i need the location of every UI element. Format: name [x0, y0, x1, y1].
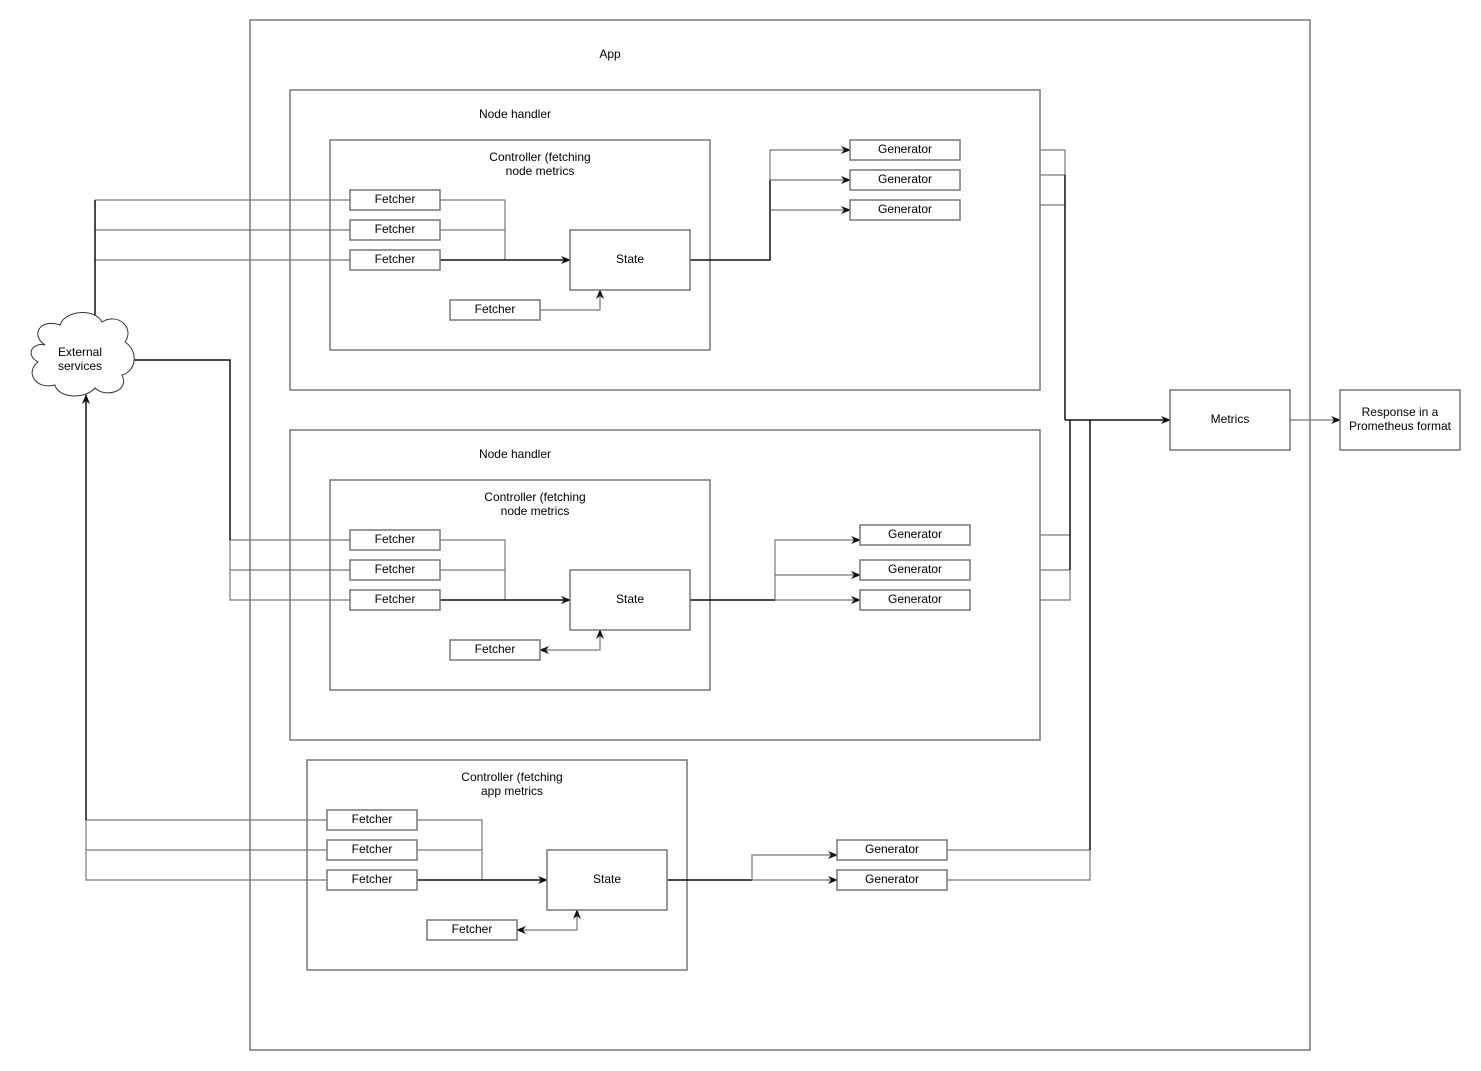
- box-label: Fetcher: [375, 592, 416, 606]
- fetcher-box: Fetcher: [349, 529, 441, 551]
- controller-label: app metrics: [481, 784, 543, 798]
- architecture-diagram: App Node handler Controller (fetching no…: [30, 19, 1461, 1051]
- box-label: Fetcher: [375, 192, 416, 206]
- fetcher-box: Fetcher: [326, 839, 418, 861]
- box-label: Response in a: [1362, 405, 1439, 419]
- controller-label: Controller (fetching: [489, 150, 590, 164]
- fetcher-box: Fetcher: [326, 869, 418, 891]
- fetcher-box: Fetcher: [326, 809, 418, 831]
- box-label: Fetcher: [352, 842, 393, 856]
- box-label: Metrics: [1211, 412, 1250, 426]
- box-label: Generator: [888, 562, 942, 576]
- generators-handler-2: Generator Generator Generator: [859, 524, 971, 611]
- response-box: Response in a Prometheus format: [1339, 389, 1461, 451]
- box-label: Fetcher: [352, 812, 393, 826]
- generator-box: Generator: [849, 199, 961, 221]
- box-label: State: [593, 872, 621, 886]
- box-label: Generator: [878, 142, 932, 156]
- fetcher-box: Fetcher: [349, 249, 441, 271]
- box-label: Generator: [865, 842, 919, 856]
- box-label: Fetcher: [475, 642, 516, 656]
- external-services-cloud: External services: [30, 312, 135, 397]
- fetcher-box: Fetcher: [426, 919, 518, 941]
- app-title: App: [599, 47, 621, 61]
- box-label: Generator: [888, 527, 942, 541]
- generator-box: Generator: [859, 559, 971, 581]
- box-label: Fetcher: [452, 922, 493, 936]
- fetcher-box: Fetcher: [349, 559, 441, 581]
- box-label: Generator: [888, 592, 942, 606]
- box-label: Fetcher: [352, 872, 393, 886]
- box-label: services: [58, 359, 102, 373]
- generator-box: Generator: [849, 169, 961, 191]
- box-label: Fetcher: [375, 532, 416, 546]
- metrics-box: Metrics: [1169, 389, 1291, 451]
- node-handler-title: Node handler: [479, 107, 551, 121]
- box-label: State: [616, 592, 644, 606]
- fetcher-box: Fetcher: [449, 639, 541, 661]
- generators-handler-1: Generator Generator Generator: [849, 139, 961, 221]
- box-label: Fetcher: [375, 252, 416, 266]
- fetcher-box: Fetcher: [349, 189, 441, 211]
- state-box: State: [569, 229, 691, 291]
- controller-label: node metrics: [506, 164, 575, 178]
- box-label: Prometheus format: [1349, 419, 1452, 433]
- fetcher-box: Fetcher: [449, 299, 541, 321]
- fetcher-box: Fetcher: [349, 219, 441, 241]
- generator-box: Generator: [859, 589, 971, 611]
- generator-box: Generator: [849, 139, 961, 161]
- box-label: State: [616, 252, 644, 266]
- box-label: External: [58, 345, 102, 359]
- node-handler-title: Node handler: [479, 447, 551, 461]
- box-label: Fetcher: [375, 222, 416, 236]
- controller-label: Controller (fetching: [484, 490, 585, 504]
- controller-label: node metrics: [501, 504, 570, 518]
- fetcher-box: Fetcher: [349, 589, 441, 611]
- generator-box: Generator: [859, 524, 971, 546]
- box-label: Generator: [865, 872, 919, 886]
- state-box: State: [569, 569, 691, 631]
- box-label: Generator: [878, 202, 932, 216]
- state-box: State: [546, 849, 668, 911]
- box-label: Fetcher: [375, 562, 416, 576]
- box-label: Fetcher: [475, 302, 516, 316]
- controller-label: Controller (fetching: [461, 770, 562, 784]
- generator-box: Generator: [836, 869, 948, 891]
- box-label: Generator: [878, 172, 932, 186]
- generator-box: Generator: [836, 839, 948, 861]
